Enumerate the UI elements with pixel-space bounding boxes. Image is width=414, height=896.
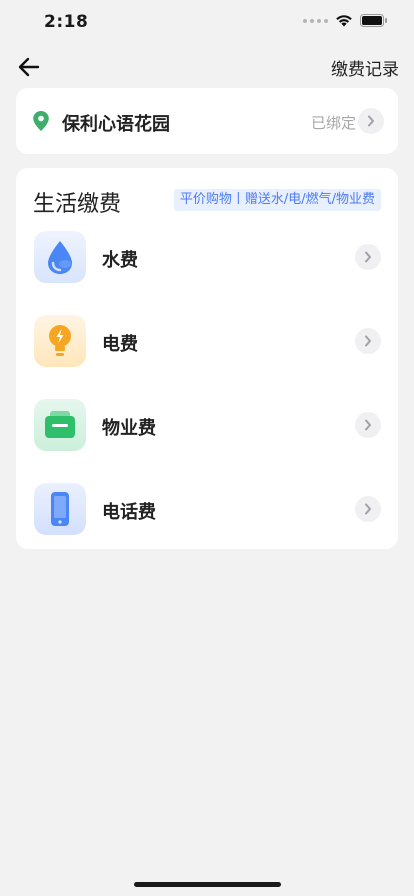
wallet-icon: [34, 399, 86, 451]
chevron-right-icon: [365, 503, 371, 515]
bill-chevron-phone[interactable]: [355, 496, 381, 522]
status-bar: 2:18: [0, 0, 414, 46]
battery-icon: [360, 14, 387, 27]
status-icons: [303, 14, 388, 27]
bound-status: 已绑定: [310, 114, 356, 132]
bill-chevron-property[interactable]: [355, 412, 381, 438]
community-chevron-button[interactable]: [358, 108, 384, 134]
bills-card: 生活缴费 平价购物丨赠送水/电/燃气/物业费 水费 电费 物业费 电话费: [16, 168, 398, 549]
signal-icon: [303, 18, 328, 23]
community-name: 保利心语花园: [62, 114, 170, 135]
lightbulb-icon: [34, 315, 86, 367]
status-time: 2:18: [44, 12, 89, 32]
bill-label-property: 物业费: [102, 418, 156, 439]
bill-item-electricity[interactable]: 电费: [16, 315, 398, 371]
bill-chevron-electricity[interactable]: [355, 328, 381, 354]
bill-item-phone[interactable]: 电话费: [16, 483, 398, 539]
back-button[interactable]: [14, 52, 44, 82]
bill-chevron-water[interactable]: [355, 244, 381, 270]
bill-item-property[interactable]: 物业费: [16, 399, 398, 455]
phone-icon: [34, 483, 86, 535]
bill-label-phone: 电话费: [102, 502, 156, 523]
chevron-right-icon: [365, 419, 371, 431]
home-indicator[interactable]: [134, 882, 281, 887]
bill-label-water: 水费: [102, 250, 138, 271]
wifi-icon: [336, 15, 352, 27]
payment-records-link[interactable]: 缴费记录: [331, 55, 399, 80]
chevron-right-icon: [368, 115, 374, 127]
bill-item-water[interactable]: 水费: [16, 231, 398, 287]
arrow-left-icon: [18, 57, 40, 77]
bill-label-electricity: 电费: [102, 334, 138, 355]
nav-bar: 缴费记录: [0, 46, 414, 86]
community-card[interactable]: 保利心语花园 已绑定: [16, 88, 398, 154]
promo-tag: 平价购物丨赠送水/电/燃气/物业费: [173, 189, 381, 211]
location-pin-icon: [33, 111, 49, 131]
water-drop-icon: [34, 231, 86, 283]
chevron-right-icon: [365, 335, 371, 347]
section-title: 生活缴费: [33, 192, 122, 217]
chevron-right-icon: [365, 251, 371, 263]
